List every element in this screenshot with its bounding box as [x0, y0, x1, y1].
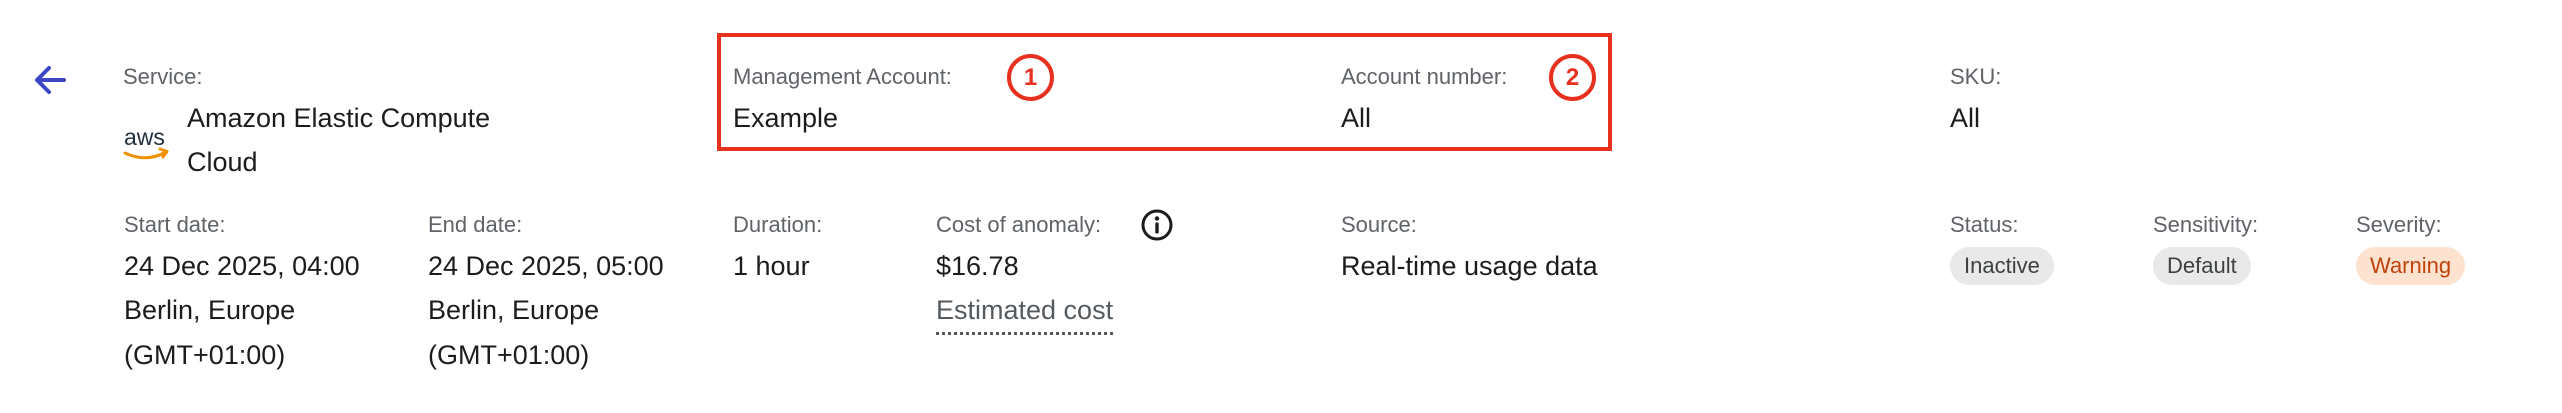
severity-label: Severity:: [2356, 212, 2442, 237]
info-icon[interactable]: [1140, 208, 1174, 242]
account-number-label: Account number:: [1341, 64, 1508, 89]
end-date-line-2: Berlin, Europe: [428, 295, 600, 325]
sensitivity-label: Sensitivity:: [2153, 212, 2259, 237]
start-date-line-3: (GMT+01:00): [124, 340, 286, 370]
duration-value: 1 hour: [733, 251, 810, 281]
service-label: Service:: [123, 64, 203, 89]
end-date-line-3: (GMT+01:00): [428, 340, 590, 370]
start-date-line-1: 24 Dec 2025, 04:00: [124, 251, 360, 281]
arrow-left-icon: [35, 66, 66, 94]
service-value: Amazon Elastic Compute Cloud: [187, 103, 491, 177]
marker-badge-2: 2: [1549, 54, 1596, 101]
end-date-label: End date:: [428, 212, 523, 237]
status-label: Status:: [1950, 212, 2019, 237]
severity-badge: Warning: [2356, 247, 2466, 285]
start-date-line-2: Berlin, Europe: [124, 295, 296, 325]
cost-of-anomaly-label: Cost of anomaly:: [936, 212, 1102, 237]
duration-label: Duration:: [733, 212, 823, 237]
marker-badge-1: 1: [1007, 54, 1054, 101]
status-badge: Inactive: [1950, 247, 2054, 285]
sensitivity-badge: Default: [2153, 247, 2251, 285]
aws-logo-text: aws: [124, 124, 165, 150]
cost-of-anomaly-value: $16.78: [936, 251, 1019, 281]
sku-value: All: [1950, 103, 1981, 133]
source-value: Real-time usage data: [1341, 251, 1598, 281]
management-account-value: Example: [733, 103, 839, 133]
estimated-cost-link[interactable]: Estimated cost: [936, 288, 1114, 335]
management-account-label: Management Account:: [733, 64, 952, 89]
back-button[interactable]: [30, 60, 70, 100]
start-date-label: Start date:: [124, 212, 226, 237]
aws-logo-icon: aws: [122, 123, 174, 167]
source-label: Source:: [1341, 212, 1417, 237]
highlight-box: [717, 33, 1612, 151]
sku-label: SKU:: [1950, 64, 2002, 89]
end-date-line-1: 24 Dec 2025, 05:00: [428, 251, 664, 281]
account-number-value: All: [1341, 103, 1372, 133]
